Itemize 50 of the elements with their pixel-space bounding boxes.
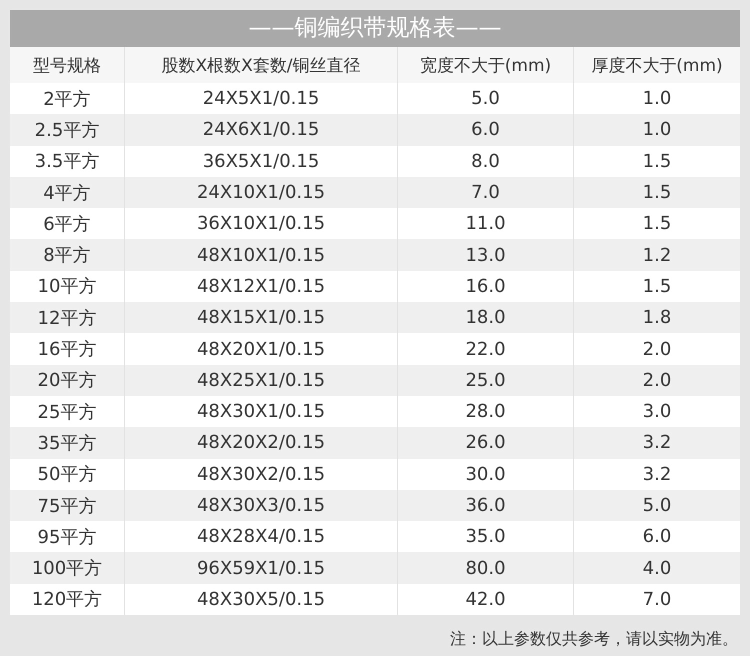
table-cell: 3.5平方 [10,146,124,177]
table-cell: 36.0 [398,490,574,522]
table-cell: 13.0 [398,239,574,271]
column-header: 宽度不大于(mm) [398,47,574,83]
table-cell: 1.0 [574,114,740,146]
table-cell: 96X59X1/0.15 [124,552,398,584]
table-cell: 48X15X1/0.15 [124,302,398,334]
table-cell: 6平方 [10,208,124,240]
table-cell: 48X25X1/0.15 [124,364,398,396]
table-cell: 18.0 [398,302,574,334]
table-cell: 2.5平方 [10,114,124,146]
table-cell: 8平方 [10,239,124,271]
table-cell: 75平方 [10,490,124,522]
table-cell: 24X6X1/0.15 [124,114,398,146]
table-cell: 10平方 [10,270,124,302]
table-cell: 25平方 [10,396,124,428]
table-cell: 12平方 [10,302,124,334]
table-cell: 4.0 [574,552,740,584]
table-cell: 48X10X1/0.15 [124,239,398,271]
table-title: ——铜编织带规格表—— [10,10,740,47]
table-cell: 7.0 [574,584,740,616]
table-cell: 95平方 [10,521,124,552]
table-cell: 120平方 [10,584,124,616]
table-cell: 48X30X3/0.15 [124,490,398,522]
table-cell: 5.0 [574,490,740,522]
table-cell: 2平方 [10,83,124,114]
table-cell: 3.2 [574,427,740,459]
table-cell: 24X10X1/0.15 [124,176,398,208]
table-cell: 25.0 [398,364,574,396]
table-cell: 2.0 [574,364,740,396]
column-header: 股数X根数X套数/铜丝直径 [124,47,398,83]
column-header: 厚度不大于(mm) [574,47,740,83]
table-cell: 80.0 [398,552,574,584]
table-cell: 48X20X2/0.15 [124,427,398,459]
table-cell: 1.8 [574,302,740,334]
table-cell: 26.0 [398,427,574,459]
table-cell: 35平方 [10,427,124,459]
table-cell: 6.0 [398,114,574,146]
table-cell: 20平方 [10,364,124,396]
table-cell: 4平方 [10,176,124,208]
table-cell: 50平方 [10,458,124,490]
table-cell: 100平方 [10,552,124,584]
footnote: 注：以上参数仅共参考，请以实物为准。 [450,629,738,650]
table-cell: 42.0 [398,584,574,616]
table-cell: 7.0 [398,176,574,208]
table-cell: 1.5 [574,176,740,208]
table-cell: 1.2 [574,239,740,271]
table-cell: 16平方 [10,333,124,365]
table-cell: 48X30X5/0.15 [124,584,398,616]
column-header: 型号规格 [10,47,124,83]
